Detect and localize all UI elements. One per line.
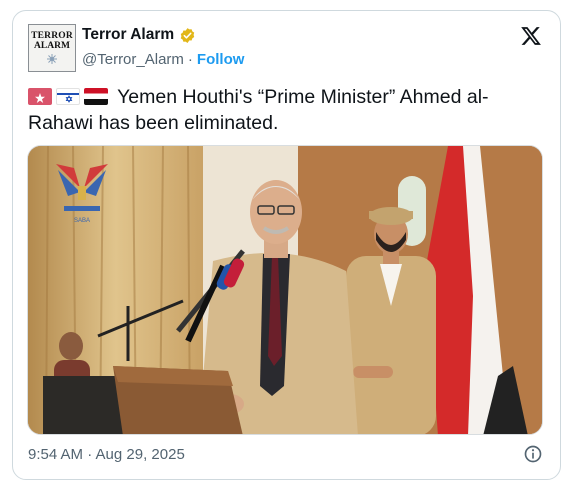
author-handle-row: @Terror_Alarm · Follow	[82, 51, 244, 68]
info-icon[interactable]	[523, 444, 543, 464]
speaker-box	[43, 376, 128, 434]
tweet-text-block: Yemen Houthi's “Prime Minister” Ahmed al…	[28, 84, 533, 136]
israel-flag-emoji	[56, 88, 80, 105]
avatar-emblem-icon	[47, 54, 57, 64]
tweet-photo[interactable]: SABA	[27, 145, 543, 435]
x-logo-icon[interactable]	[520, 25, 542, 47]
avatar-text-line1: TERROR	[31, 31, 73, 41]
follow-button[interactable]: Follow	[197, 51, 245, 68]
logo-caption: SABA	[74, 218, 90, 224]
red-flag-emoji	[28, 88, 52, 105]
avatar[interactable]: TERROR ALARM	[28, 24, 76, 72]
yemen-flag-emoji	[84, 88, 108, 105]
verified-badge-icon	[180, 27, 195, 43]
photo-scene: SABA	[28, 146, 542, 434]
author-name[interactable]: Terror Alarm	[82, 26, 174, 44]
author-name-row: Terror Alarm	[82, 26, 196, 44]
tweet-timestamp[interactable]: 9:54 AM · Aug 29, 2025	[28, 446, 185, 463]
avatar-text-line2: ALARM	[34, 41, 70, 51]
author-handle[interactable]: @Terror_Alarm	[82, 51, 184, 68]
handle-separator: ·	[187, 51, 193, 68]
red-flag-star-icon	[35, 93, 45, 103]
israel-flag-icon	[57, 93, 79, 103]
